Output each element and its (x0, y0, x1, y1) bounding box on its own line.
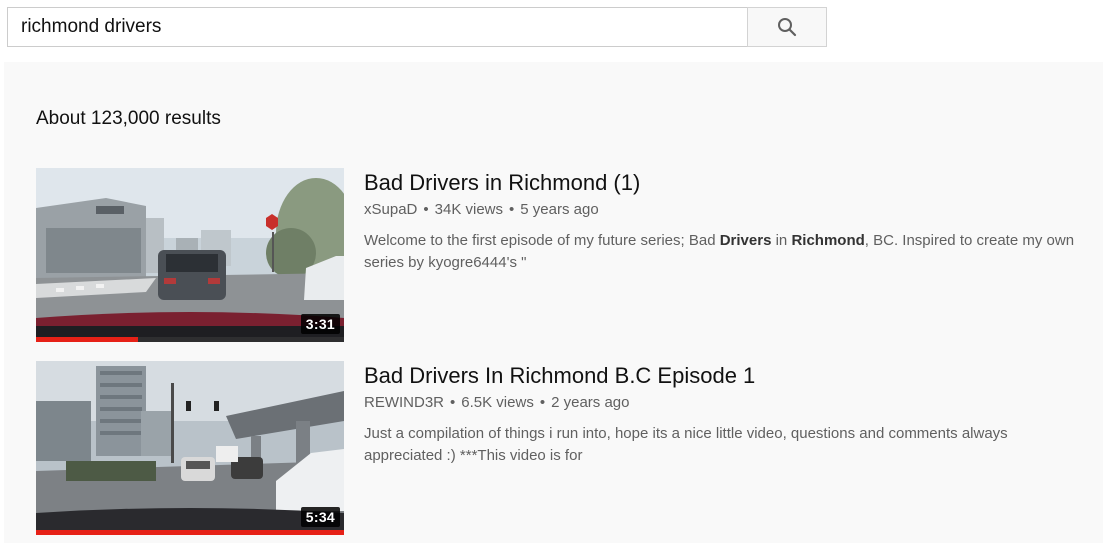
watch-progress-fill (36, 530, 344, 535)
view-count: 6.5K views (461, 394, 534, 411)
description-text: Just a compilation of things i run into,… (364, 425, 1008, 464)
video-duration: 3:31 (300, 314, 340, 334)
results-count: About 123,000 results (36, 108, 221, 129)
video-result[interactable]: 3:31 Bad Drivers in Richmond (1) xSupaD •… (36, 168, 1103, 343)
channel-name[interactable]: REWIND3R (364, 394, 444, 411)
search-icon (778, 18, 797, 37)
description-highlight: Drivers (719, 232, 772, 249)
meta-separator: • (450, 394, 456, 411)
description-highlight: Richmond (791, 232, 865, 249)
thumbnail-image (36, 361, 344, 535)
search-button[interactable] (747, 7, 827, 47)
video-duration: 5:34 (300, 507, 340, 527)
video-description: Welcome to the first episode of my futur… (364, 230, 1089, 274)
watch-progress-fill (36, 337, 138, 342)
meta-separator: • (509, 201, 515, 218)
channel-name[interactable]: xSupaD (364, 201, 417, 218)
video-description: Just a compilation of things i run into,… (364, 423, 1089, 467)
video-title[interactable]: Bad Drivers in Richmond (1) (364, 169, 1103, 197)
video-thumbnail[interactable]: 5:34 (36, 361, 344, 535)
video-thumbnail[interactable]: 3:31 (36, 168, 344, 342)
masthead (0, 0, 1103, 62)
meta-separator: • (423, 201, 429, 218)
thumbnail-image (36, 168, 344, 342)
description-text: Welcome to the first episode of my futur… (364, 232, 720, 249)
watch-progress-bar (36, 337, 344, 342)
search-input[interactable] (7, 7, 747, 47)
video-title[interactable]: Bad Drivers In Richmond B.C Episode 1 (364, 362, 1103, 390)
view-count: 34K views (434, 201, 504, 218)
upload-age: 5 years ago (520, 201, 599, 218)
video-info: Bad Drivers In Richmond B.C Episode 1 RE… (364, 361, 1103, 467)
description-text: in (771, 232, 792, 249)
meta-separator: • (539, 394, 546, 411)
upload-age: 2 years ago (551, 394, 630, 411)
video-meta: xSupaD • 34K views • 5 years ago (364, 200, 1103, 220)
search-box (7, 7, 827, 47)
video-info: Bad Drivers in Richmond (1) xSupaD • 34K v… (364, 168, 1103, 274)
video-result[interactable]: 5:34 Bad Drivers In Richmond B.C Episode… (36, 361, 1103, 536)
watch-progress-bar (36, 530, 344, 535)
video-meta: REWIND3R • 6.5K views • 2 years ago (364, 393, 1103, 413)
content-edge (0, 62, 4, 543)
